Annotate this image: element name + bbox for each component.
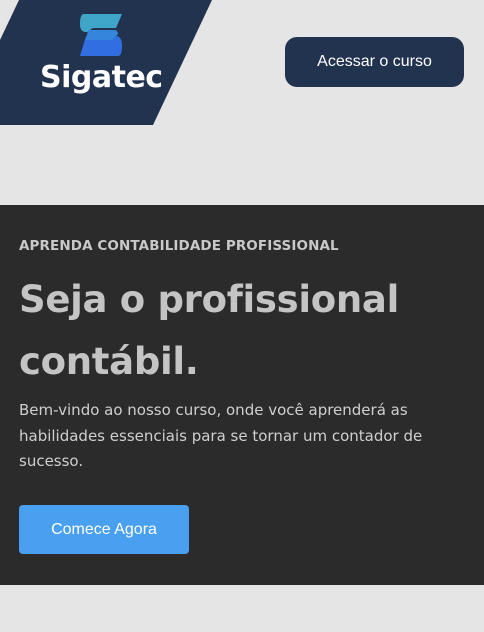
logo-wordmark: Sigatec bbox=[40, 60, 163, 95]
logo[interactable]: Sigatec bbox=[0, 0, 212, 125]
page-footer-area bbox=[0, 585, 484, 632]
start-now-button[interactable]: Comece Agora bbox=[19, 505, 189, 554]
hero-eyebrow: APRENDA CONTABILIDADE PROFISSIONAL bbox=[19, 238, 339, 254]
access-course-button[interactable]: Acessar o curso bbox=[285, 37, 464, 87]
sigatec-s-mark-icon bbox=[80, 14, 122, 56]
hero-section: APRENDA CONTABILIDADE PROFISSIONAL Seja … bbox=[0, 205, 484, 585]
site-header: Sigatec Acessar o curso bbox=[0, 0, 484, 205]
hero-description: Bem-vindo ao nosso curso, onde você apre… bbox=[19, 401, 423, 470]
hero-title: Seja o profissional contábil. bbox=[19, 278, 399, 383]
